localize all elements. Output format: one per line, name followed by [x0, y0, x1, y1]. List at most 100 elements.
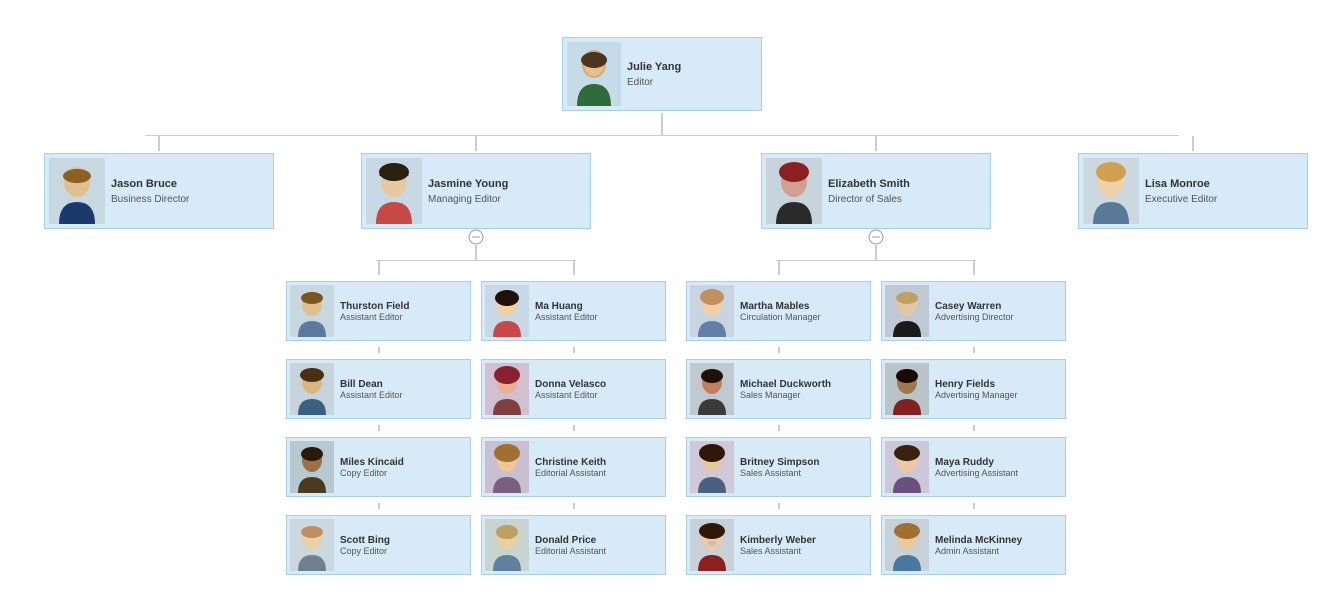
photo-donald — [485, 519, 529, 571]
root-name: Julie Yang — [627, 61, 727, 73]
role-maya: Advertising Assistant — [935, 468, 1018, 478]
elizabeth-col1: Martha Mables Circulation Manager — [686, 261, 871, 575]
name-michael: Michael Duckworth — [740, 379, 831, 390]
root-node: Julie Yang Editor — [562, 37, 762, 111]
name-miles: Miles Kincaid — [340, 457, 404, 468]
info-elizabeth: Elizabeth Smith Director of Sales — [828, 178, 928, 205]
node-jasmine-young[interactable]: Jasmine Young Managing Editor — [361, 153, 591, 229]
info-martha: Martha Mables Circulation Manager — [740, 301, 821, 322]
photo-ma — [485, 285, 529, 337]
info-scott: Scott Bing Copy Editor — [340, 535, 390, 556]
node-jason-bruce[interactable]: Jason Bruce Business Director — [44, 153, 274, 229]
collapse-jasmine[interactable] — [468, 229, 484, 245]
photo-britney — [690, 441, 734, 493]
v-line-jasmine-down — [475, 245, 477, 260]
root-photo — [567, 42, 621, 106]
role-michael: Sales Manager — [740, 390, 831, 400]
photo-jason — [49, 158, 105, 224]
info-ma: Ma Huang Assistant Editor — [535, 301, 598, 322]
photo-kimberly — [690, 519, 734, 571]
level1-row: Jason Bruce Business Director — [42, 136, 1282, 575]
role-elizabeth: Director of Sales — [828, 194, 928, 205]
v-jasmine-col2 — [573, 261, 575, 275]
photo-scott — [290, 519, 334, 571]
node-miles[interactable]: Miles Kincaid Copy Editor — [286, 437, 471, 497]
node-donna[interactable]: Donna Velasco Assistant Editor — [481, 359, 666, 419]
jasmine-sub-cols: Thurston Field Assistant Editor — [276, 261, 676, 575]
info-michael: Michael Duckworth Sales Manager — [740, 379, 831, 400]
photo-thurston — [290, 285, 334, 337]
node-scott[interactable]: Scott Bing Copy Editor — [286, 515, 471, 575]
info-donna: Donna Velasco Assistant Editor — [535, 379, 606, 400]
info-jasmine: Jasmine Young Managing Editor — [428, 178, 528, 205]
avatar-elizabeth — [766, 158, 822, 224]
v-line-lisa — [1192, 136, 1194, 151]
collapse-elizabeth[interactable] — [868, 229, 884, 245]
name-casey: Casey Warren — [935, 301, 1014, 312]
v-line-elizabeth — [875, 136, 877, 151]
jasmine-col2: Ma Huang Assistant Editor — [481, 261, 666, 575]
node-casey[interactable]: Casey Warren Advertising Director — [881, 281, 1066, 341]
photo-maya — [885, 441, 929, 493]
photo-christine — [485, 441, 529, 493]
node-ma[interactable]: Ma Huang Assistant Editor — [481, 281, 666, 341]
avatar-jason — [49, 158, 105, 224]
photo-henry — [885, 363, 929, 415]
chart-wrapper: Julie Yang Editor — [10, 20, 1314, 590]
role-miles: Copy Editor — [340, 468, 404, 478]
name-donna: Donna Velasco — [535, 379, 606, 390]
role-kimberly: Sales Assistant — [740, 546, 816, 556]
role-casey: Advertising Director — [935, 312, 1014, 322]
role-melinda: Admin Assistant — [935, 546, 1022, 556]
node-lisa-monroe[interactable]: Lisa Monroe Executive Editor — [1078, 153, 1308, 229]
name-donald: Donald Price — [535, 535, 606, 546]
node-elizabeth-smith[interactable]: Elizabeth Smith Director of Sales — [761, 153, 991, 229]
role-donna: Assistant Editor — [535, 390, 606, 400]
jasmine-children-wrapper: Thurston Field Assistant Editor — [276, 260, 676, 575]
node-kimberly[interactable]: Kimberly Weber Sales Assistant — [686, 515, 871, 575]
name-ma: Ma Huang — [535, 301, 598, 312]
node-bill[interactable]: Bill Dean Assistant Editor — [286, 359, 471, 419]
node-michael[interactable]: Michael Duckworth Sales Manager — [686, 359, 871, 419]
role-henry: Advertising Manager — [935, 390, 1018, 400]
role-martha: Circulation Manager — [740, 312, 821, 322]
node-donald[interactable]: Donald Price Editorial Assistant — [481, 515, 666, 575]
info-henry: Henry Fields Advertising Manager — [935, 379, 1018, 400]
name-maya: Maya Ruddy — [935, 457, 1018, 468]
jasmine-col1: Thurston Field Assistant Editor — [286, 261, 471, 575]
photo-michael — [690, 363, 734, 415]
v-line-jasmine — [475, 136, 477, 151]
elizabeth-sub-cols: Martha Mables Circulation Manager — [676, 261, 1076, 575]
node-maya[interactable]: Maya Ruddy Advertising Assistant — [881, 437, 1066, 497]
org-chart: Julie Yang Editor — [0, 0, 1324, 610]
info-thurston: Thurston Field Assistant Editor — [340, 301, 409, 322]
photo-bill — [290, 363, 334, 415]
name-martha: Martha Mables — [740, 301, 821, 312]
l1-item-lisa: Lisa Monroe Executive Editor — [1076, 136, 1310, 231]
name-scott: Scott Bing — [340, 535, 390, 546]
name-elizabeth: Elizabeth Smith — [828, 178, 928, 190]
node-martha[interactable]: Martha Mables Circulation Manager — [686, 281, 871, 341]
role-jason: Business Director — [111, 194, 211, 205]
avatar-lisa — [1083, 158, 1139, 224]
name-jasmine: Jasmine Young — [428, 178, 528, 190]
node-christine[interactable]: Christine Keith Editorial Assistant — [481, 437, 666, 497]
node-britney[interactable]: Britney Simpson Sales Assistant — [686, 437, 871, 497]
node-thurston[interactable]: Thurston Field Assistant Editor — [286, 281, 471, 341]
name-melinda: Melinda McKinney — [935, 535, 1022, 546]
v-line-jason — [158, 136, 160, 151]
role-scott: Copy Editor — [340, 546, 390, 556]
role-thurston: Assistant Editor — [340, 312, 409, 322]
photo-lisa — [1083, 158, 1139, 224]
role-christine: Editorial Assistant — [535, 468, 606, 478]
l1-item-elizabeth: Elizabeth Smith Director of Sales — [676, 136, 1076, 575]
role-jasmine: Managing Editor — [428, 194, 528, 205]
elizabeth-children-wrapper: Martha Mables Circulation Manager — [676, 260, 1076, 575]
node-melinda[interactable]: Melinda McKinney Admin Assistant — [881, 515, 1066, 575]
name-britney: Britney Simpson — [740, 457, 819, 468]
node-henry[interactable]: Henry Fields Advertising Manager — [881, 359, 1066, 419]
name-thurston: Thurston Field — [340, 301, 409, 312]
photo-miles — [290, 441, 334, 493]
name-kimberly: Kimberly Weber — [740, 535, 816, 546]
role-ma: Assistant Editor — [535, 312, 598, 322]
